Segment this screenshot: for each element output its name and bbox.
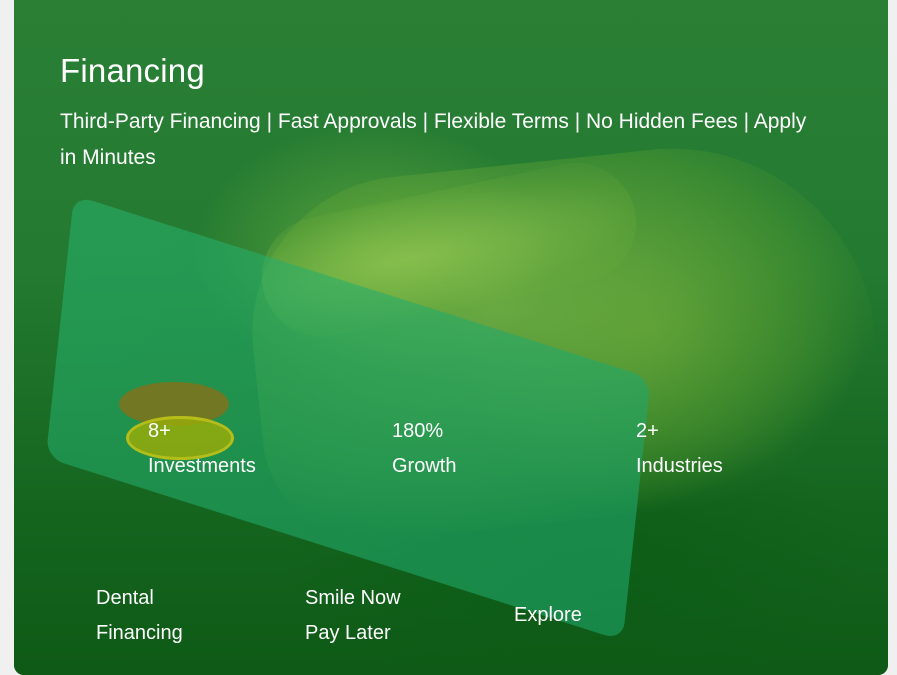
card-title: Financing — [60, 52, 205, 89]
card-subtitle: Third-Party Financing | Fast Approvals |… — [60, 110, 807, 169]
link-line: Smile Now — [305, 587, 401, 609]
stat-growth: 180% Growth — [392, 414, 456, 484]
link-line: Financing — [96, 622, 183, 644]
dental-financing-link[interactable]: Dental Financing — [96, 581, 183, 651]
link-line: Explore — [514, 604, 582, 626]
stat-label: Growth — [392, 455, 457, 477]
link-line: Pay Later — [305, 622, 391, 644]
link-line: Dental — [96, 587, 154, 609]
stat-value: 2+ — [636, 420, 659, 442]
financing-card: Financing Third-Party Financing | Fast A… — [14, 0, 888, 675]
smile-now-pay-later-link[interactable]: Smile Now Pay Later — [305, 581, 401, 651]
stat-value: 8+ — [148, 420, 171, 442]
stat-value: 180% — [392, 420, 444, 442]
card-content: Financing Third-Party Financing | Fast A… — [14, 0, 888, 675]
stat-industries: 2+ Industries — [636, 414, 723, 484]
stat-label: Industries — [636, 455, 723, 477]
stat-investments: 8+ Investments — [148, 414, 256, 484]
stat-label: Investments — [148, 455, 256, 477]
explore-link[interactable]: Explore — [514, 598, 582, 633]
